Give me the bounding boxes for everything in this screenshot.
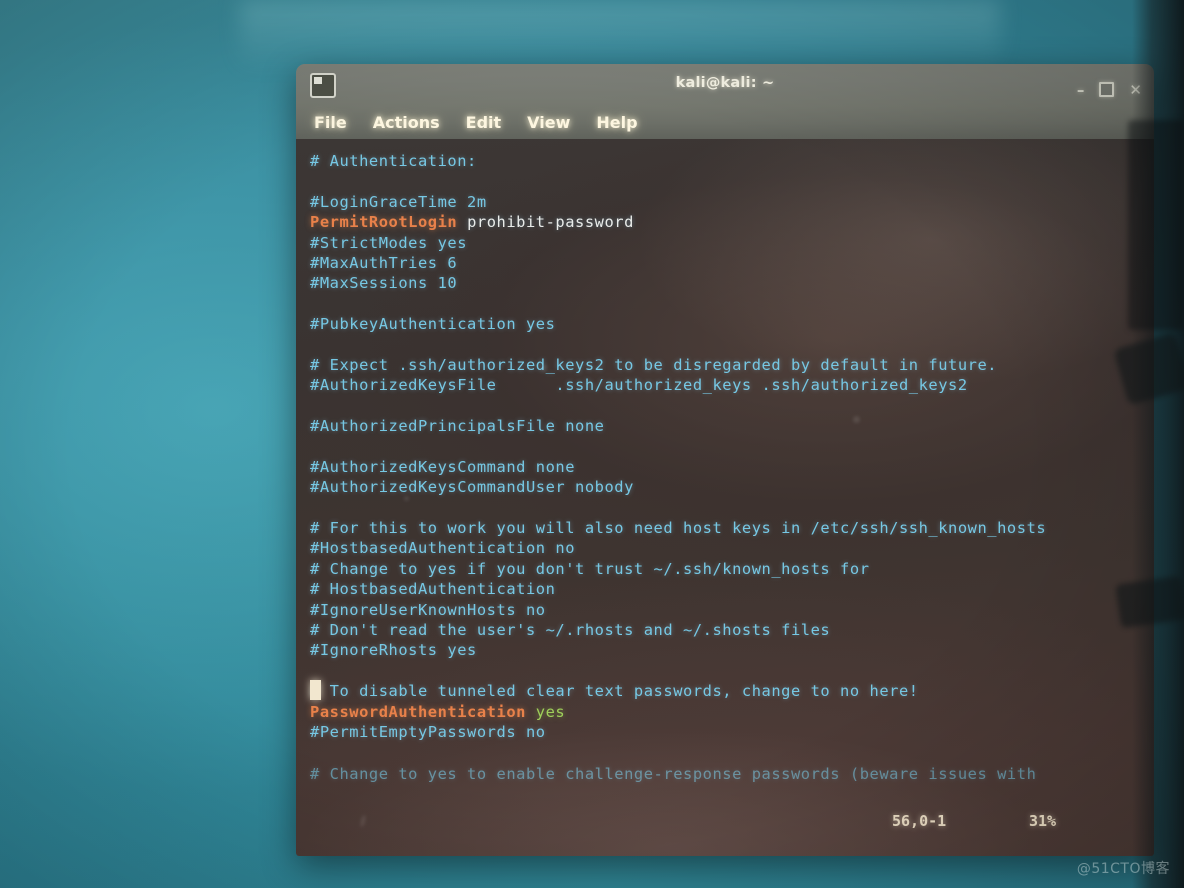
editor-line: #LoginGraceTime 2m bbox=[310, 192, 1154, 212]
editor-token: prohibit-password bbox=[457, 213, 634, 232]
editor-token: # HostbasedAuthentication bbox=[310, 580, 556, 599]
minimize-icon[interactable]: – bbox=[1077, 82, 1085, 97]
editor-line: # Authentication: bbox=[310, 151, 1154, 171]
editor-line: #AuthorizedPrincipalsFile none bbox=[310, 416, 1154, 436]
editor-line: PermitRootLogin prohibit-password bbox=[310, 212, 1154, 232]
editor-token: #MaxSessions 10 bbox=[310, 274, 458, 293]
screen-glare bbox=[240, 0, 1000, 70]
editor-token: #StrictModes yes bbox=[310, 233, 468, 252]
editor-line: #MaxAuthTries 6 bbox=[310, 253, 1154, 273]
window-title-bar[interactable]: kali@kali: ~ – ✕ bbox=[296, 64, 1154, 106]
terminal-window[interactable]: kali@kali: ~ – ✕ File Actions Edit View … bbox=[296, 64, 1154, 856]
editor-token: #LoginGraceTime 2m bbox=[310, 192, 487, 211]
menu-item-view[interactable]: View bbox=[527, 113, 570, 132]
editor-line: # Expect .ssh/authorized_keys2 to be dis… bbox=[310, 355, 1154, 375]
editor-token: #MaxAuthTries 6 bbox=[310, 253, 458, 272]
window-title: kali@kali: ~ bbox=[675, 75, 775, 91]
editor-token: PermitRootLogin bbox=[310, 213, 458, 232]
photo-reflection bbox=[1128, 120, 1184, 330]
menu-item-actions[interactable]: Actions bbox=[373, 113, 440, 132]
editor-line: #StrictModes yes bbox=[310, 233, 1154, 253]
editor-token: # To disable tunneled clear text passwor… bbox=[310, 682, 919, 701]
editor-token: #AuthorizedPrincipalsFile none bbox=[310, 417, 605, 436]
menu-item-file[interactable]: File bbox=[314, 113, 347, 132]
editor-token: #IgnoreUserKnownHosts no bbox=[310, 600, 546, 619]
terminal-body[interactable]: # Authentication: #LoginGraceTime 2m Perm… bbox=[296, 139, 1154, 856]
editor-token: # Authentication: bbox=[310, 152, 477, 170]
editor-token: #AuthorizedKeysCommand none bbox=[310, 457, 576, 476]
editor-token: # Don't read the user's ~/.rhosts and ~/… bbox=[310, 620, 831, 639]
editor-text-area[interactable]: # Authentication: #LoginGraceTime 2m Perm… bbox=[310, 151, 1154, 856]
editor-token: PasswordAuthentication bbox=[310, 702, 526, 721]
editor-token: #PubkeyAuthentication yes bbox=[310, 315, 556, 334]
editor-token: # Expect .ssh/authorized_keys2 to be dis… bbox=[310, 355, 998, 374]
editor-status-bar: 56,0-1 31% bbox=[296, 812, 1154, 832]
maximize-icon[interactable] bbox=[1099, 82, 1115, 97]
menu-item-edit[interactable]: Edit bbox=[466, 113, 502, 132]
editor-line: #IgnoreRhosts yes bbox=[310, 640, 1154, 660]
editor-line: #AuthorizedKeysFile .ssh/authorized_keys… bbox=[310, 375, 1154, 395]
editor-line: # To disable tunneled clear text passwor… bbox=[310, 681, 1154, 701]
editor-token: #AuthorizedKeysFile .ssh/authorized_keys… bbox=[310, 376, 968, 395]
photo-reflection bbox=[1115, 575, 1184, 629]
editor-token: yes bbox=[525, 702, 566, 721]
editor-line: #PubkeyAuthentication yes bbox=[310, 314, 1154, 334]
editor-line: # For this to work you will also need ho… bbox=[310, 518, 1154, 538]
editor-line: #AuthorizedKeysCommand none bbox=[310, 457, 1154, 477]
editor-token: # Change to yes if you don't trust ~/.ss… bbox=[310, 559, 870, 578]
editor-line: # Don't read the user's ~/.rhosts and ~/… bbox=[310, 620, 1154, 640]
menu-item-help[interactable]: Help bbox=[596, 113, 637, 132]
editor-token: #AuthorizedKeysCommandUser nobody bbox=[310, 478, 634, 497]
editor-token: # For this to work you will also need ho… bbox=[310, 519, 1047, 538]
editor-line: #PermitEmptyPasswords no bbox=[310, 722, 1154, 742]
watermark: @51CTO博客 bbox=[1076, 861, 1170, 877]
editor-line: #AuthorizedKeysCommandUser nobody bbox=[310, 477, 1154, 497]
editor-line: # HostbasedAuthentication bbox=[310, 579, 1154, 599]
editor-token: #HostbasedAuthentication no bbox=[310, 539, 576, 558]
editor-line: #MaxSessions 10 bbox=[310, 273, 1154, 293]
editor-line: # Change to yes to enable challenge-resp… bbox=[310, 764, 1154, 784]
text-cursor bbox=[310, 680, 321, 701]
editor-token: #PermitEmptyPasswords no bbox=[310, 722, 546, 741]
editor-line: PasswordAuthentication yes bbox=[310, 702, 1154, 722]
editor-token: #IgnoreRhosts yes bbox=[310, 641, 477, 660]
editor-line: #HostbasedAuthentication no bbox=[310, 538, 1154, 558]
editor-token: # Change to yes to enable challenge-resp… bbox=[310, 764, 1037, 783]
scroll-percent-indicator: 31% bbox=[1029, 812, 1057, 830]
editor-line: #IgnoreUserKnownHosts no bbox=[310, 600, 1154, 620]
editor-line: # Change to yes if you don't trust ~/.ss… bbox=[310, 559, 1154, 579]
menu-bar[interactable]: File Actions Edit View Help bbox=[296, 106, 1154, 139]
cursor-position-indicator: 56,0-1 bbox=[892, 812, 947, 830]
